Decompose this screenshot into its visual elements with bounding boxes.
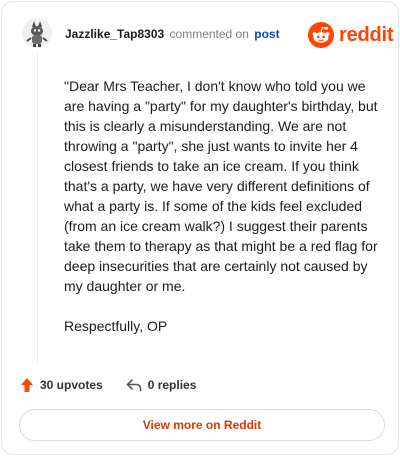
comment-stats: 30 upvotes 0 replies [20, 376, 196, 394]
thread-line [37, 54, 38, 362]
action-text: commented on [169, 27, 249, 41]
reddit-logo-icon [308, 22, 334, 48]
view-more-button[interactable]: View more on Reddit [19, 409, 385, 441]
reply-stat[interactable]: 0 replies [126, 378, 197, 392]
brand-name: reddit [339, 23, 394, 46]
upvote-stat[interactable]: 30 upvotes [20, 377, 103, 393]
comment-paragraph: "Dear Mrs Teacher, I don't know who told… [64, 78, 378, 294]
reply-arrow-icon [126, 379, 142, 392]
username[interactable]: Jazzlike_Tap8303 [65, 27, 164, 41]
reply-count: 0 replies [147, 378, 197, 392]
comment-header: Jazzlike_Tap8303 commented on post reddi… [2, 2, 398, 66]
upvote-count: 30 upvotes [40, 378, 103, 392]
reddit-brand[interactable]: reddit [308, 22, 394, 48]
upvote-arrow-icon [21, 378, 33, 392]
comment-card: Jazzlike_Tap8303 commented on post reddi… [1, 1, 399, 455]
comment-signoff: Respectfully, OP [64, 318, 168, 334]
avatar-icon[interactable] [22, 18, 52, 48]
comment-body: "Dear Mrs Teacher, I don't know who told… [64, 76, 382, 356]
comment-meta: Jazzlike_Tap8303 commented on post [65, 26, 280, 42]
post-link[interactable]: post [254, 27, 279, 41]
